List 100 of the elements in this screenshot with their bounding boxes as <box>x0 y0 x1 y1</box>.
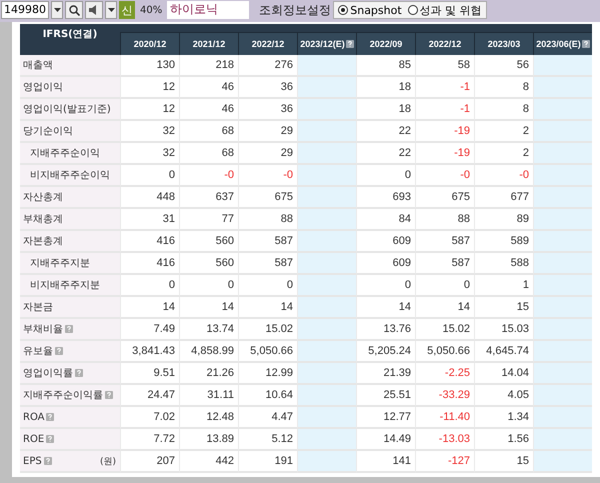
row-label: 자산총계 <box>20 187 120 209</box>
table-cell: 0 <box>179 275 238 297</box>
table-cell: 587 <box>238 253 297 275</box>
row-label: 매출액 <box>20 55 120 77</box>
table-cell: 4.47 <box>238 407 297 429</box>
table-cell: 7.02 <box>120 407 179 429</box>
table-cell: -33.29 <box>415 385 474 407</box>
estimate-cell <box>533 363 592 385</box>
table-cell: 24.47 <box>120 385 179 407</box>
estimate-cell <box>297 297 356 319</box>
row-label: 지배주주순이익률 <box>20 385 120 407</box>
estimate-cell <box>533 385 592 407</box>
table-cell: 5,050.66 <box>415 341 474 363</box>
column-header: 2023/12(E) <box>297 32 356 55</box>
search-icon <box>68 4 80 16</box>
table-cell: 77 <box>179 209 238 231</box>
help-icon[interactable] <box>346 40 354 48</box>
table-cell: 36 <box>238 77 297 99</box>
table-cell: 13.89 <box>179 429 238 451</box>
table-cell: 1.34 <box>474 407 533 429</box>
table-cell: -0 <box>238 165 297 187</box>
table-cell: 18 <box>356 99 415 121</box>
row-label: 자본금 <box>20 297 120 319</box>
estimate-cell <box>297 341 356 363</box>
row-label: 자본총계 <box>20 231 120 253</box>
estimate-cell <box>297 143 356 165</box>
dropdown-button[interactable] <box>51 1 63 19</box>
table-cell: 609 <box>356 231 415 253</box>
table-cell: 141 <box>356 451 415 473</box>
table-cell: 22 <box>356 143 415 165</box>
table-cell: 218 <box>179 55 238 77</box>
table-cell: 15.02 <box>238 319 297 341</box>
estimate-cell <box>533 429 592 451</box>
column-header: 2021/12 <box>179 32 238 55</box>
table-cell: 587 <box>415 231 474 253</box>
table-cell: 560 <box>179 253 238 275</box>
estimate-cell <box>533 143 592 165</box>
table-corner-header: IFRS(연결) <box>20 24 120 55</box>
table-cell: 677 <box>474 187 533 209</box>
table-cell: 18 <box>356 77 415 99</box>
table-cell: 8 <box>474 77 533 99</box>
table-cell: 4,645.74 <box>474 341 533 363</box>
table-cell: 89 <box>474 209 533 231</box>
table-cell: 14.04 <box>474 363 533 385</box>
dropdown-button[interactable] <box>105 1 117 19</box>
table-cell: 416 <box>120 253 179 275</box>
caret-icon <box>54 8 60 12</box>
search-button[interactable] <box>65 1 83 19</box>
stock-code-field[interactable]: 149980 <box>1 1 49 19</box>
table-cell: 9.51 <box>120 363 179 385</box>
estimate-cell <box>533 275 592 297</box>
speaker-button[interactable] <box>85 1 103 19</box>
table-cell: 448 <box>120 187 179 209</box>
estimate-cell <box>533 121 592 143</box>
view-radio[interactable]: 성과 및 위협 <box>408 2 482 18</box>
table-cell: 588 <box>474 253 533 275</box>
estimate-cell <box>297 275 356 297</box>
table-cell: -2.25 <box>415 363 474 385</box>
help-icon[interactable] <box>582 40 590 48</box>
estimate-cell <box>297 451 356 473</box>
table-cell: 14 <box>120 297 179 319</box>
estimate-cell <box>297 121 356 143</box>
view-radio[interactable]: Snapshot <box>338 4 402 16</box>
table-cell: 29 <box>238 143 297 165</box>
row-label: 비지배주주순이익 <box>20 165 120 187</box>
table-cell: 68 <box>179 143 238 165</box>
estimate-cell <box>533 55 592 77</box>
table-cell: 12 <box>120 77 179 99</box>
table-cell: 191 <box>238 451 297 473</box>
estimate-cell <box>297 187 356 209</box>
column-header: 2022/09 <box>356 32 415 55</box>
estimate-cell <box>297 253 356 275</box>
estimate-cell <box>297 209 356 231</box>
table-cell: 12.77 <box>356 407 415 429</box>
row-label: 유보율 <box>20 341 120 363</box>
table-cell: 15.03 <box>474 319 533 341</box>
table-cell: 416 <box>120 231 179 253</box>
estimate-cell <box>533 297 592 319</box>
table-cell: 0 <box>238 275 297 297</box>
table-cell: 22 <box>356 121 415 143</box>
table-cell: 32 <box>120 143 179 165</box>
column-header: 2022/12 <box>238 32 297 55</box>
table-cell: 7.49 <box>120 319 179 341</box>
company-name-field[interactable]: 하이로닉 <box>167 1 250 19</box>
estimate-cell <box>297 77 356 99</box>
table-cell: 29 <box>238 121 297 143</box>
row-label: 부채비율 <box>20 319 120 341</box>
table-cell: 31.11 <box>179 385 238 407</box>
column-header: 2020/12 <box>120 32 179 55</box>
table-cell: 560 <box>179 231 238 253</box>
table-cell: 85 <box>356 55 415 77</box>
new-badge: 신 <box>119 1 135 19</box>
table-cell: 14 <box>356 297 415 319</box>
table-cell: 10.64 <box>238 385 297 407</box>
table-cell: 637 <box>179 187 238 209</box>
estimate-cell <box>533 77 592 99</box>
table-cell: -1 <box>415 99 474 121</box>
estimate-cell <box>533 451 592 473</box>
row-label: EPS (원) <box>20 451 120 473</box>
table-cell: 56 <box>474 55 533 77</box>
